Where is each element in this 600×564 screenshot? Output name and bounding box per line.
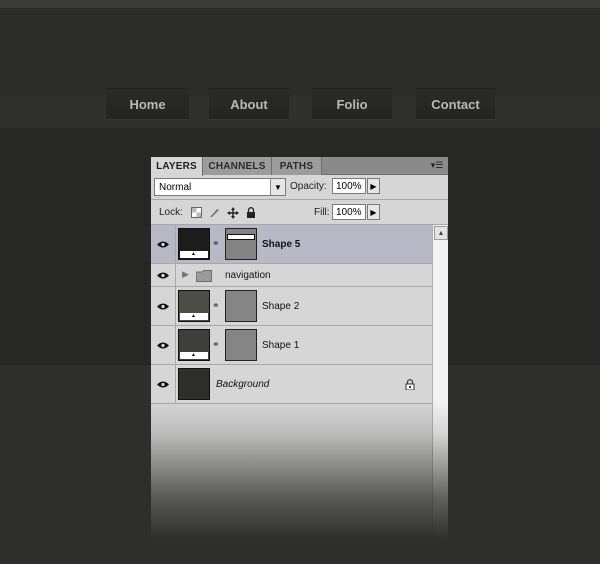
eye-icon[interactable] (151, 365, 176, 403)
lock-label: Lock: (159, 207, 183, 218)
lock-all-icon[interactable] (244, 206, 257, 219)
vector-mask-thumbnail[interactable] (225, 329, 257, 361)
lock-image-pixels-icon[interactable] (208, 206, 221, 219)
layer-background[interactable]: Background (151, 365, 432, 404)
lock-transparent-pixels-icon[interactable] (190, 206, 203, 219)
fill-input[interactable]: 100% (332, 204, 366, 220)
nav-home-button[interactable]: Home (106, 88, 189, 119)
tab-channels[interactable]: CHANNELS (203, 157, 272, 175)
folder-icon (195, 269, 212, 287)
link-icon[interactable]: ⚭ (212, 300, 220, 311)
vector-mask-thumbnail[interactable] (225, 228, 257, 260)
blend-mode-value: Normal (159, 181, 192, 193)
nav-about-button[interactable]: About (209, 88, 289, 119)
top-bar (0, 0, 600, 9)
layers-panel: LAYERS CHANNELS PATHS ▾☰ Normal ▼ Opacit… (151, 157, 448, 564)
layer-name: Shape 5 (262, 239, 301, 250)
panel-tabs: LAYERS CHANNELS PATHS ▾☰ (151, 157, 448, 176)
chevron-down-icon: ▼ (270, 179, 285, 195)
vector-mask-thumbnail[interactable] (225, 290, 257, 322)
opacity-input[interactable]: 100% (332, 178, 366, 194)
nav-folio-button[interactable]: Folio (312, 88, 392, 119)
eye-icon[interactable] (151, 264, 176, 286)
tab-paths[interactable]: PATHS (272, 157, 322, 175)
panel-menu-icon[interactable]: ▾☰ (429, 159, 445, 172)
navbar-strip (0, 96, 600, 128)
opacity-label: Opacity: (290, 181, 327, 192)
fill-label: Fill: (314, 207, 330, 218)
layer-shape-2[interactable]: ▲ ⚭ Shape 2 (151, 287, 432, 326)
layer-name: navigation (225, 270, 271, 281)
blend-mode-select[interactable]: Normal ▼ (154, 178, 286, 196)
layer-name: Background (216, 379, 270, 390)
layer-shape-1[interactable]: ▲ ⚭ Shape 1 (151, 326, 432, 365)
layer-thumbnail: ▲ (178, 228, 210, 260)
fill-slider-button[interactable]: ▶ (367, 204, 380, 220)
layer-group-navigation[interactable]: ▶ navigation (151, 264, 432, 287)
header-area (0, 10, 600, 96)
link-icon[interactable]: ⚭ (212, 339, 220, 350)
divider (151, 199, 448, 200)
layer-shape-5[interactable]: ▲ ⚭ Shape 5 (151, 225, 432, 264)
nav-contact-button[interactable]: Contact (416, 88, 495, 119)
layers-list: ▲ ⚭ Shape 5 ▶ navigation ▲ ⚭ Shape 2 ▲ ⚭… (151, 225, 432, 564)
layers-scrollbar[interactable]: ▲ (432, 225, 448, 564)
layer-name: Shape 1 (262, 340, 300, 351)
opacity-slider-button[interactable]: ▶ (367, 178, 380, 194)
eye-icon[interactable] (151, 326, 176, 364)
layer-thumbnail (178, 368, 210, 400)
layer-name: Shape 2 (262, 301, 300, 312)
link-icon[interactable]: ⚭ (212, 238, 220, 249)
lock-icon (405, 377, 415, 395)
scroll-up-icon[interactable]: ▲ (434, 226, 448, 240)
tab-layers[interactable]: LAYERS (151, 157, 203, 176)
layer-thumbnail: ▲ (178, 290, 210, 322)
layer-thumbnail: ▲ (178, 329, 210, 361)
eye-icon[interactable] (151, 287, 176, 325)
lock-position-icon[interactable] (226, 206, 239, 219)
expand-arrow-icon[interactable]: ▶ (182, 269, 189, 280)
eye-icon[interactable] (151, 225, 176, 263)
